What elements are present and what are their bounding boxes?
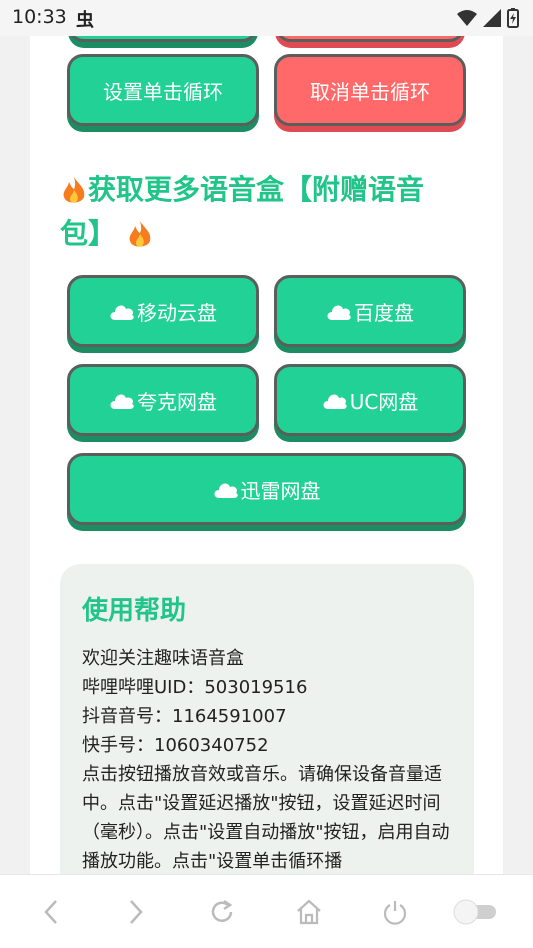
help-line: 欢迎关注趣味语音盒 (82, 648, 244, 669)
help-line: 抖音音号：1164591007 (82, 706, 287, 727)
cloud-button-baidu[interactable]: 百度盘 (274, 275, 466, 347)
toggle-icon (453, 899, 496, 925)
help-line: 哔哩哔哩UID：503019516 (82, 677, 308, 698)
help-card: 使用帮助 欢迎关注趣味语音盒 哔哩哔哩UID：503019516 抖音音号：11… (60, 564, 474, 874)
back-button[interactable] (34, 895, 68, 929)
cloud-button-label: 移动云盘 (137, 300, 217, 325)
help-paragraph: 点击按钮播放音效或音乐。请确保设备音量适中。点击"设置延迟播放"按钮，设置延迟时… (82, 764, 450, 872)
power-button[interactable] (378, 895, 412, 929)
prev-red-button[interactable] (275, 36, 465, 42)
status-bar: 10:33 虫 (0, 0, 533, 36)
cloud-button-label: 迅雷网盘 (240, 478, 321, 503)
chevron-left-icon (44, 900, 57, 924)
home-button[interactable] (292, 895, 326, 929)
chevron-right-icon (130, 900, 143, 924)
page-gutter-right (503, 36, 533, 874)
cloud-button-label: 夸克网盘 (137, 389, 217, 414)
cloud-icon (214, 483, 238, 498)
cloud-button-quark[interactable]: 夸克网盘 (67, 364, 259, 436)
cloud-button-label: 百度盘 (354, 300, 414, 325)
forward-button[interactable] (119, 895, 153, 929)
theme-toggle[interactable] (452, 895, 500, 929)
reload-icon (211, 899, 233, 922)
web-page: 设置单击循环 取消单击循环 获取更多语音盒【附赠语音包】 移动云盘 百度盘 夸克… (30, 36, 503, 874)
status-time: 10:33 (12, 6, 67, 28)
section-title: 获取更多语音盒【附赠语音包】 (60, 168, 470, 256)
wifi-icon (457, 10, 477, 26)
reload-button[interactable] (205, 895, 239, 929)
help-title: 使用帮助 (82, 596, 187, 626)
cloud-icon (327, 305, 351, 320)
home-icon (297, 899, 321, 925)
cloud-button-xunlei[interactable]: 迅雷网盘 (67, 453, 466, 525)
cloud-button-label: UC网盘 (349, 389, 419, 414)
prev-green-button[interactable] (68, 36, 258, 42)
browser-toolbar (0, 874, 533, 948)
fire-icon (129, 221, 151, 247)
section-title-text: 获取更多语音盒【附赠语音包】 (60, 173, 425, 250)
signal-icon (483, 9, 501, 27)
battery-icon (507, 8, 519, 28)
help-line: 快手号：1060340752 (82, 735, 269, 756)
cancel-click-loop-button[interactable]: 取消单击循环 (274, 54, 466, 126)
cloud-button-mobile[interactable]: 移动云盘 (67, 275, 259, 347)
fire-icon (63, 177, 85, 203)
cloud-icon (110, 394, 134, 409)
cloud-icon (323, 394, 347, 409)
set-click-loop-button[interactable]: 设置单击循环 (67, 54, 259, 126)
page-gutter-left (0, 36, 30, 874)
system-icons (457, 8, 519, 28)
power-icon (383, 901, 407, 925)
debug-icon: 虫 (76, 10, 94, 31)
cloud-icon (110, 305, 134, 320)
cloud-button-uc[interactable]: UC网盘 (274, 364, 466, 436)
